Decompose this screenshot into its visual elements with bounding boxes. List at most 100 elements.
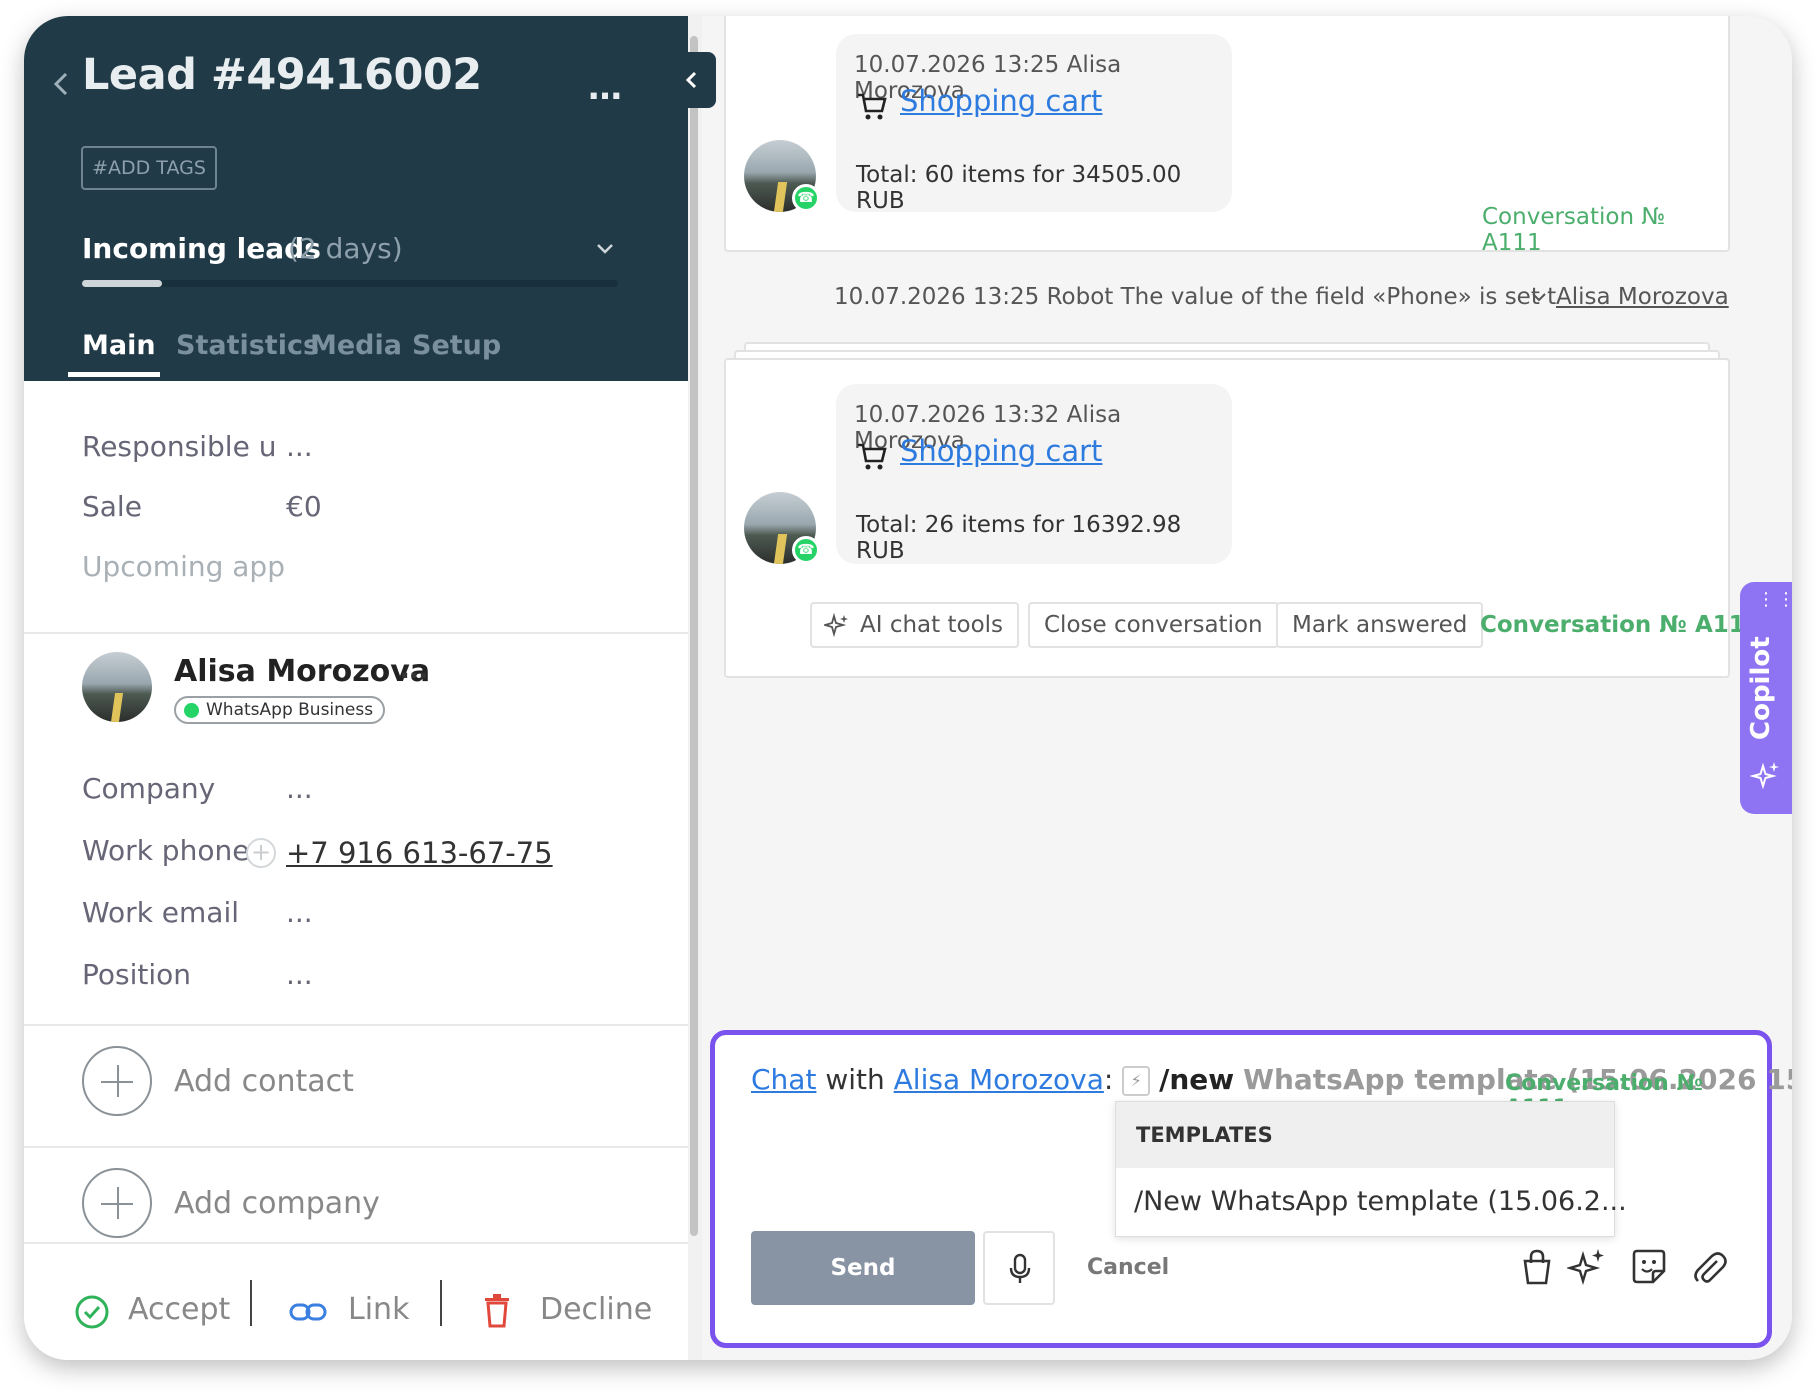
field-label-upcoming: Upcoming app <box>82 550 285 583</box>
chevron-down-icon[interactable] <box>1528 286 1550 308</box>
close-conversation-button[interactable]: Close conversation <box>1028 602 1279 648</box>
template-option[interactable]: /New WhatsApp template (15.06.2... <box>1134 1186 1627 1217</box>
field-label-work-phone: Work phone <box>82 834 250 867</box>
pipeline-stage[interactable]: Incoming leads <box>82 232 321 265</box>
tab-main[interactable]: Main <box>82 330 156 361</box>
microphone-icon <box>1009 1253 1031 1283</box>
app-window: Lead #49416002 … #ADD TAGS Incoming lead… <box>24 16 1792 1360</box>
message-bubble: 10.07.2026 13:32 Alisa Morozova Shopping… <box>836 384 1232 564</box>
cancel-button[interactable]: Cancel <box>1087 1255 1169 1280</box>
stage-progress-fill <box>82 280 163 287</box>
channel-label: WhatsApp Business <box>206 700 374 720</box>
shopping-bag-icon[interactable] <box>1517 1247 1557 1287</box>
link-icon[interactable] <box>288 1298 328 1326</box>
shopping-cart-link[interactable]: Shopping cart <box>900 434 1102 468</box>
lightning-icon[interactable]: ⚡ <box>1122 1066 1151 1096</box>
field-value-responsible[interactable]: ... <box>286 430 313 463</box>
copilot-tab[interactable]: ⋮⋮ Copilot <box>1740 582 1792 814</box>
sparkle-icon[interactable] <box>1567 1247 1607 1287</box>
sparkle-icon <box>1750 762 1779 790</box>
robot-event-author[interactable]: Alisa Morozova <box>1556 284 1729 310</box>
cart-total: Total: 60 items for 34505.00 RUB <box>856 162 1182 214</box>
field-value-sale[interactable]: €0 <box>286 490 322 523</box>
field-value-work-email[interactable]: ... <box>286 896 313 929</box>
shopping-cart-link[interactable]: Shopping cart <box>900 84 1102 118</box>
section-divider <box>24 1242 688 1244</box>
contact-name[interactable]: Alisa Morozova <box>174 654 430 689</box>
colon-label: : <box>1103 1063 1114 1096</box>
ai-chat-tools-label: AI chat tools <box>860 612 1004 638</box>
decline-button[interactable]: Decline <box>540 1292 652 1327</box>
whatsapp-icon <box>184 703 199 718</box>
section-divider <box>24 1024 688 1026</box>
add-tags-button[interactable]: #ADD TAGS <box>81 146 217 190</box>
field-label-position: Position <box>82 958 192 991</box>
message-bubble: 10.07.2026 13:25 Alisa Morozova Shopping… <box>836 34 1232 214</box>
stage-duration: (2 days) <box>288 232 403 265</box>
accept-button[interactable]: Accept <box>128 1292 230 1327</box>
tab-media[interactable]: Media <box>310 330 402 361</box>
whatsapp-icon: ☎ <box>792 184 820 212</box>
contact-avatar[interactable] <box>82 652 152 722</box>
back-chevron-icon[interactable] <box>42 64 82 104</box>
cart-total: Total: 26 items for 16392.98 RUB <box>856 512 1182 564</box>
lead-actions-bar: Accept Link Decline <box>24 1242 688 1360</box>
lead-card-panel: Lead #49416002 … #ADD TAGS Incoming lead… <box>24 16 688 1360</box>
link-button[interactable]: Link <box>348 1292 409 1327</box>
drag-handle-icon[interactable]: ⋮⋮ <box>1757 591 1792 609</box>
whatsapp-icon: ☎ <box>792 536 820 564</box>
action-separator <box>250 1280 252 1326</box>
add-contact-button[interactable]: Add contact <box>174 1064 354 1099</box>
section-divider <box>24 632 688 634</box>
paperclip-icon[interactable] <box>1689 1247 1729 1287</box>
add-company-icon[interactable] <box>82 1168 152 1238</box>
chat-link[interactable]: Chat <box>751 1063 816 1096</box>
lead-header: Lead #49416002 … #ADD TAGS Incoming lead… <box>24 16 688 381</box>
active-tab-indicator <box>68 372 160 377</box>
command-text: /new <box>1159 1063 1235 1096</box>
accept-check-icon[interactable] <box>74 1294 110 1330</box>
send-button[interactable]: Send <box>751 1231 975 1305</box>
work-phone-link[interactable]: +7 916 613-67-75 <box>286 836 553 870</box>
field-value-position[interactable]: ... <box>286 958 313 991</box>
templates-dropdown: TEMPLATES /New WhatsApp template (15.06.… <box>1115 1101 1627 1237</box>
robot-event: 10.07.2026 13:25 Robot The value of the … <box>834 284 1557 310</box>
ai-chat-tools-button[interactable]: AI chat tools <box>810 602 1020 648</box>
conversation-number[interactable]: Conversation № A111 <box>1480 612 1761 638</box>
lead-title: Lead #49416002 <box>82 50 482 100</box>
tab-statistics[interactable]: Statistics <box>176 330 319 361</box>
chevron-left-icon <box>685 71 697 89</box>
field-label-sale: Sale <box>82 490 142 523</box>
shopping-cart-icon <box>858 93 887 120</box>
trash-icon[interactable] <box>482 1292 512 1328</box>
message-composer[interactable]: Chat with Alisa Morozova: ⚡ /new WhatsAp… <box>710 1030 1792 1348</box>
section-divider <box>24 1146 688 1148</box>
field-label-company: Company <box>82 772 216 805</box>
recipient-link[interactable]: Alisa Morozova <box>894 1063 1104 1096</box>
templates-header: TEMPLATES <box>1116 1102 1614 1168</box>
mark-answered-button[interactable]: Mark answered <box>1276 602 1484 648</box>
add-phone-icon[interactable]: + <box>246 838 276 868</box>
field-value-company[interactable]: ... <box>286 772 313 805</box>
field-label-responsible: Responsible u <box>82 430 277 463</box>
field-label-work-email: Work email <box>82 896 240 929</box>
tab-setup[interactable]: Setup <box>412 330 501 361</box>
add-company-button[interactable]: Add company <box>174 1186 380 1221</box>
add-contact-icon[interactable] <box>82 1046 152 1116</box>
voice-record-button[interactable] <box>983 1231 1055 1305</box>
chevron-down-icon[interactable] <box>590 234 620 264</box>
sticker-icon[interactable] <box>1629 1247 1669 1287</box>
message-card: ☎ 10.07.2026 13:25 Alisa Morozova Shoppi… <box>724 16 1730 256</box>
copilot-label: Copilot <box>1746 636 1776 740</box>
action-separator <box>440 1280 442 1326</box>
with-label: with <box>825 1063 885 1096</box>
more-options-icon[interactable]: … <box>588 68 624 108</box>
sparkle-icon <box>824 613 848 638</box>
left-scrollbar-thumb[interactable] <box>690 36 698 1236</box>
conversation-number[interactable]: Conversation № A111 <box>1482 204 1728 256</box>
contact-more-icon[interactable]: … <box>400 652 430 685</box>
whatsapp-badge: WhatsApp Business <box>174 696 386 724</box>
collapse-panel-button[interactable] <box>668 52 716 108</box>
stage-progress-bar <box>82 280 618 287</box>
shopping-cart-icon <box>858 443 887 470</box>
